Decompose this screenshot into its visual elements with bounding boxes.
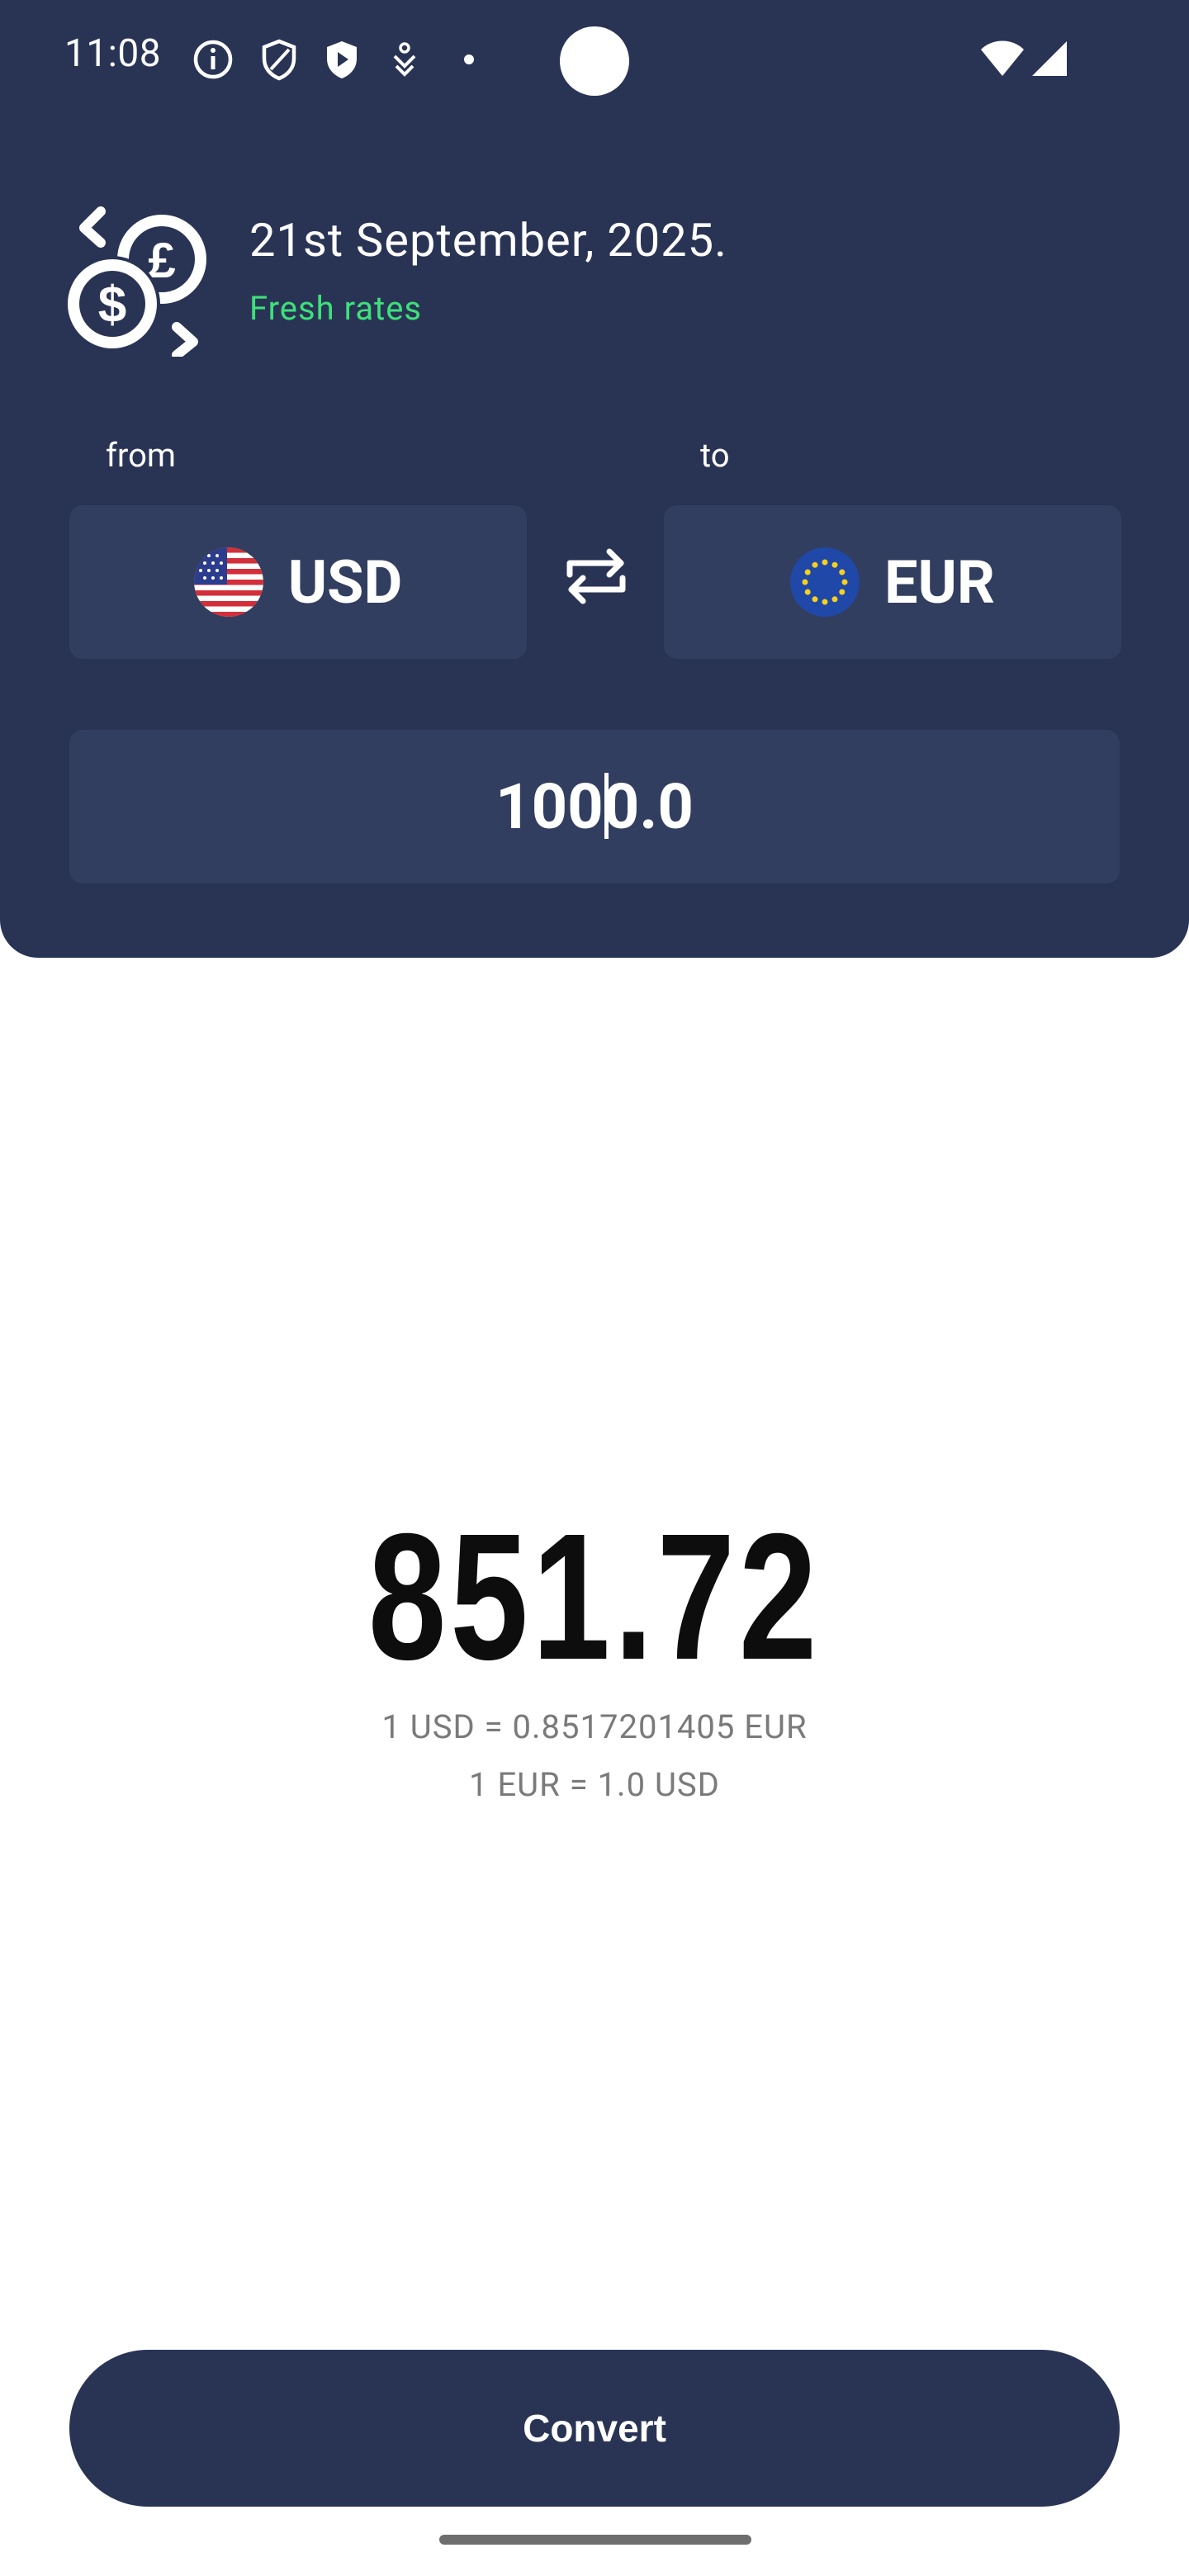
shield-outline-icon (262, 39, 296, 81)
rates-date: 21st September, 2025. (249, 213, 727, 268)
eu-flag-icon (789, 547, 860, 617)
amount-input[interactable]: 1000.0 (69, 730, 1120, 883)
status-time: 11:08 (64, 31, 162, 76)
rate-reverse: 1 EUR = 1.0 USD (469, 1765, 720, 1804)
from-currency-selector[interactable]: USD (69, 505, 527, 659)
svg-text:$: $ (98, 277, 126, 334)
info-circle-icon (193, 40, 233, 79)
swap-currencies-icon[interactable] (558, 538, 634, 614)
amount-text: 1000.0 (495, 769, 694, 844)
shield-play-icon (327, 41, 357, 78)
to-currency-code: EUR (883, 547, 996, 618)
home-indicator[interactable] (439, 2535, 751, 2545)
amount-value: 1000.0 (495, 769, 694, 844)
to-currency-selector[interactable]: EUR (664, 505, 1121, 659)
text-cursor (604, 773, 609, 839)
converted-amount: 851.72 (367, 1497, 822, 1698)
signal-icon (1032, 41, 1067, 76)
dot-icon (464, 54, 474, 64)
rates-freshness: Fresh rates (249, 289, 423, 328)
accessibility-icon (393, 42, 416, 77)
status-bar: 11:08 (0, 0, 1189, 122)
rate-forward: 1 USD = 0.8517201405 EUR (381, 1707, 808, 1746)
camera-cutout (560, 26, 629, 96)
convert-button[interactable]: Convert (69, 2350, 1120, 2507)
from-label: from (106, 436, 176, 475)
header-panel: 11:08 £ $ 21st September, 2025. Fresh ra… (0, 0, 1189, 958)
wifi-icon (981, 40, 1024, 76)
to-label: to (700, 436, 730, 475)
currency-exchange-logo-icon: £ $ (66, 206, 206, 357)
from-currency-code: USD (287, 547, 403, 618)
us-flag-icon (193, 547, 263, 617)
